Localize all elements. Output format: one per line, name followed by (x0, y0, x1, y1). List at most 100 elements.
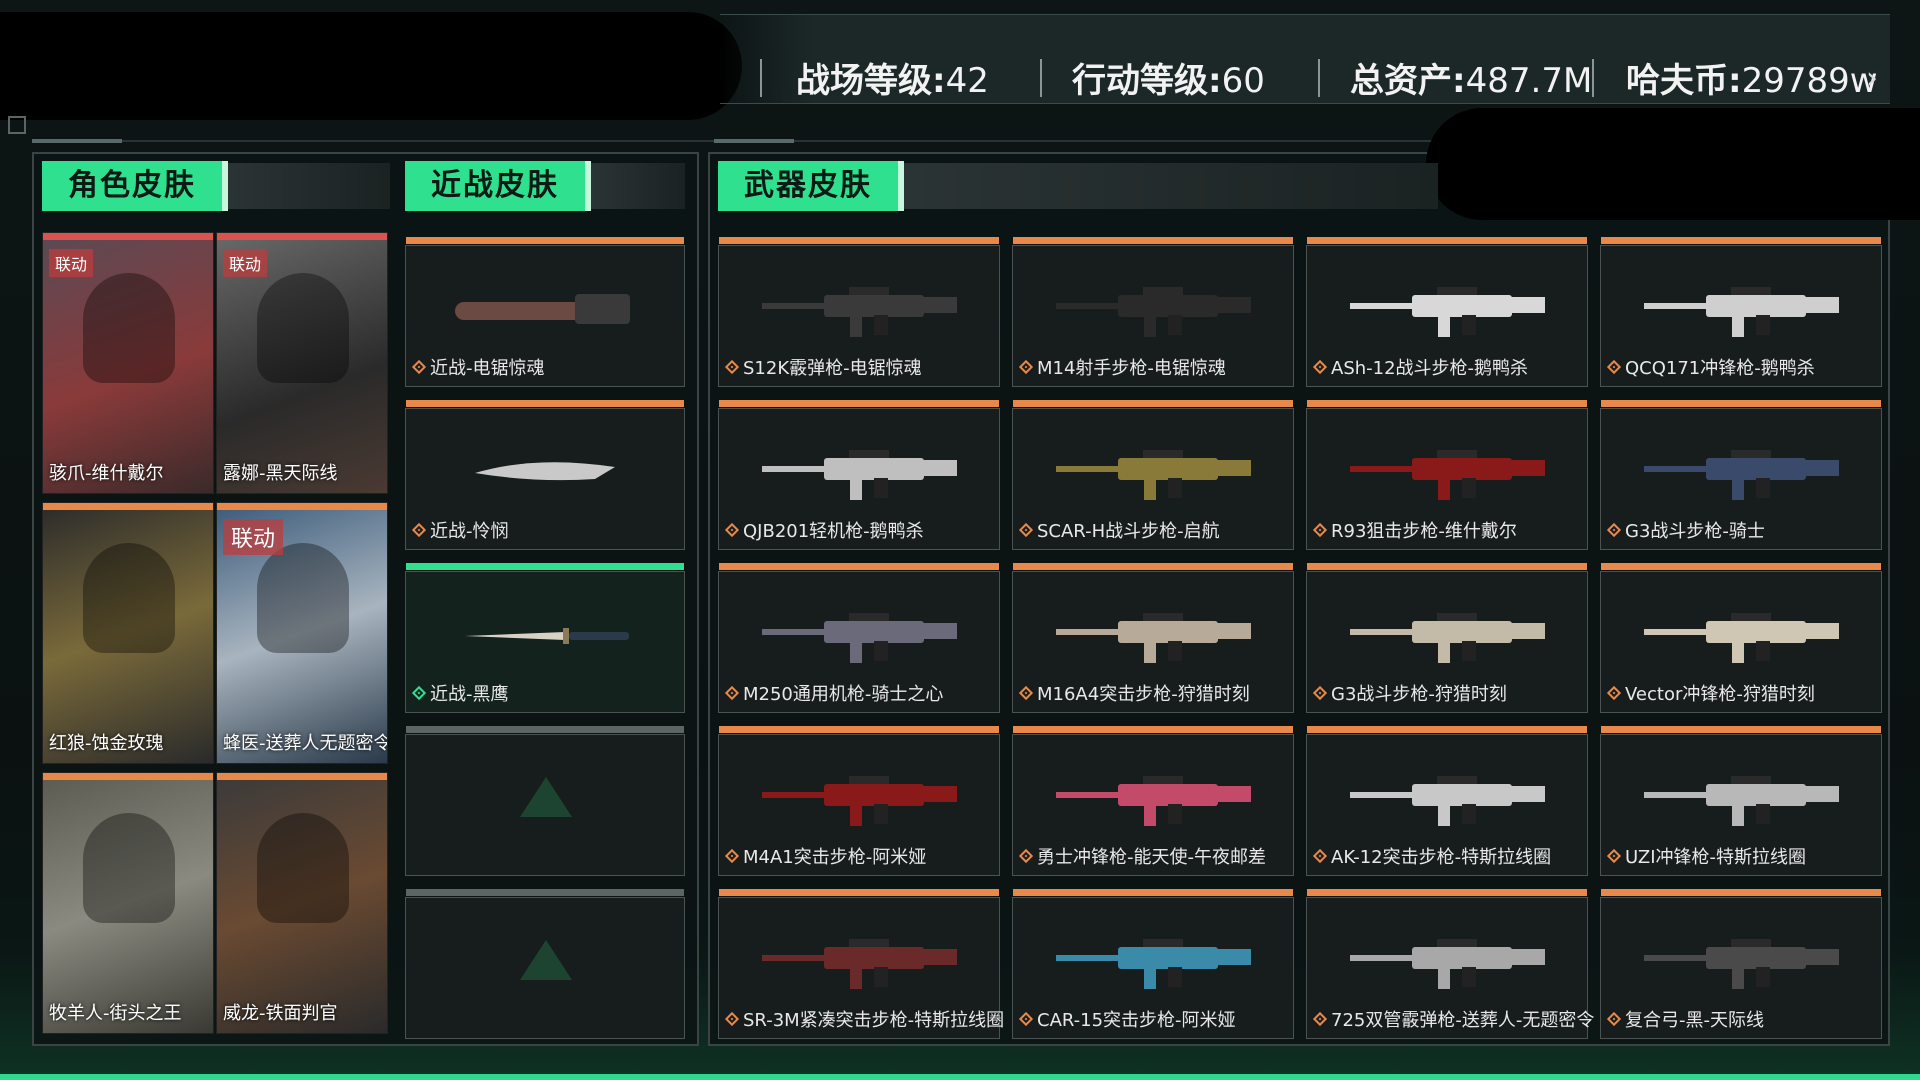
weapon-skin-name: AK-12突击步枪-特斯拉线圈 (1312, 843, 1552, 869)
character-skin-card[interactable]: 联动 蜂医-送葬人无题密令 (216, 502, 388, 764)
weapon-skin-card[interactable]: S12K霰弹枪-电锯惊魂 (718, 237, 1000, 387)
rarity-bar (1601, 563, 1881, 570)
weapon-skin-card[interactable]: SCAR-H战斗步枪-启航 (1012, 400, 1294, 550)
rarity-bar (1601, 400, 1881, 407)
redacted-player-name (0, 12, 742, 120)
rarity-diamond-icon (1606, 685, 1622, 701)
character-skin-card[interactable]: 红狼-蚀金玫瑰 (42, 502, 214, 764)
weapon-skin-card[interactable]: QCQ171冲锋枪-鹅鸭杀 (1600, 237, 1882, 387)
chevron-right-icon[interactable]: › (1866, 61, 1878, 96)
weapon-image (1350, 450, 1545, 501)
rarity-bar (719, 726, 999, 733)
character-skin-card[interactable]: 威龙-铁面判官 (216, 772, 388, 1034)
rarity-bar (1013, 563, 1293, 570)
weapon-skin-name: M16A4突击步枪-狩猎时刻 (1018, 680, 1250, 706)
rarity-diamond-icon (1018, 522, 1034, 538)
weapon-skin-card[interactable]: ASh-12战斗步枪-鹅鸭杀 (1306, 237, 1588, 387)
rarity-bar (406, 726, 684, 733)
weapon-skin-name: M250通用机枪-骑士之心 (724, 680, 944, 706)
weapon-skin-label: M250通用机枪-骑士之心 (743, 684, 944, 705)
weapon-skin-card[interactable]: 725双管霰弹枪-送葬人-无题密令 (1306, 889, 1594, 1039)
weapon-image (762, 613, 957, 664)
melee-skin-label: 近战-黑鹰 (430, 684, 509, 705)
weapon-image (1350, 776, 1545, 827)
weapon-skin-name: G3战斗步枪-狩猎时刻 (1312, 680, 1507, 706)
collab-badge: 联动 (223, 249, 268, 277)
weapon-skin-name: QCQ171冲锋枪-鹅鸭杀 (1606, 354, 1815, 380)
weapon-skin-card[interactable]: M14射手步枪-电锯惊魂 (1012, 237, 1294, 387)
rarity-diamond-icon (1606, 1011, 1622, 1027)
melee-skin-card[interactable] (405, 726, 685, 876)
weapon-skin-card[interactable]: M250通用机枪-骑士之心 (718, 563, 1000, 713)
weapon-skin-card[interactable]: G3战斗步枪-狩猎时刻 (1306, 563, 1588, 713)
weapon-image (1056, 613, 1251, 664)
weapon-skin-label: ASh-12战斗步枪-鹅鸭杀 (1331, 358, 1529, 379)
rarity-diamond-icon (1018, 359, 1034, 375)
rarity-diamond-icon (1606, 848, 1622, 864)
melee-skin-label: 近战-怜悯 (430, 521, 509, 542)
weapon-skin-card[interactable]: QJB201轻机枪-鹅鸭杀 (718, 400, 1000, 550)
weapon-skin-label: Vector冲锋枪-狩猎时刻 (1625, 684, 1815, 705)
weapon-skin-card[interactable]: 勇士冲锋枪-能天使-午夜邮差 (1012, 726, 1294, 876)
weapon-image (1644, 613, 1839, 664)
rarity-diamond-icon (1018, 1011, 1034, 1027)
rarity-bar (1307, 726, 1587, 733)
character-portrait (257, 813, 349, 923)
melee-weapon-image (455, 294, 630, 325)
character-skin-name: 骇爪-维什戴尔 (49, 463, 164, 484)
weapon-skin-card[interactable]: M16A4突击步枪-狩猎时刻 (1012, 563, 1294, 713)
weapon-image (1350, 939, 1545, 990)
rarity-diamond-icon (724, 685, 740, 701)
rarity-bar (406, 889, 684, 896)
melee-skin-name: 近战-怜悯 (411, 517, 509, 543)
weapon-image (1644, 939, 1839, 990)
weapon-skin-label: 725双管霰弹枪-送葬人-无题密令 (1331, 1010, 1595, 1031)
rarity-bar (1013, 889, 1293, 896)
rarity-bar (1601, 889, 1881, 896)
weapon-skin-label: M16A4突击步枪-狩猎时刻 (1037, 684, 1250, 705)
melee-skin-card[interactable]: 近战-黑鹰 (405, 563, 685, 713)
rarity-bar (1307, 563, 1587, 570)
weapon-image (1056, 450, 1251, 501)
character-portrait (83, 813, 175, 923)
character-skin-card[interactable]: 联动 露娜-黑天际线 (216, 232, 388, 494)
weapon-skin-card[interactable]: CAR-15突击步枪-阿米娅 (1012, 889, 1294, 1039)
rarity-bar (1307, 237, 1587, 244)
delta-logo-icon (520, 777, 572, 817)
melee-weapon-image (475, 462, 615, 481)
melee-skin-card[interactable] (405, 889, 685, 1039)
weapon-skin-name: S12K霰弹枪-电锯惊魂 (724, 354, 922, 380)
melee-skin-card[interactable]: 近战-怜悯 (405, 400, 685, 550)
weapon-image (1056, 939, 1251, 990)
melee-skin-card[interactable]: 近战-电锯惊魂 (405, 237, 685, 387)
weapon-skin-card[interactable]: M4A1突击步枪-阿米娅 (718, 726, 1000, 876)
weapon-image (1056, 287, 1251, 338)
weapon-skin-name: SR-3M紧凑突击步枪-特斯拉线圈 (724, 1006, 1004, 1032)
rarity-bar (217, 773, 387, 780)
weapon-skin-card[interactable]: SR-3M紧凑突击步枪-特斯拉线圈 (718, 889, 1004, 1039)
weapon-skin-card[interactable]: UZI冲锋枪-特斯拉线圈 (1600, 726, 1882, 876)
weapon-image (762, 939, 957, 990)
weapon-skin-label: QJB201轻机枪-鹅鸭杀 (743, 521, 924, 542)
weapon-skin-card[interactable]: AK-12突击步枪-特斯拉线圈 (1306, 726, 1588, 876)
weapon-skin-card[interactable]: G3战斗步枪-骑士 (1600, 400, 1882, 550)
rarity-diamond-icon (724, 359, 740, 375)
character-skin-name: 蜂医-送葬人无题密令 (223, 733, 388, 754)
rarity-bar (719, 400, 999, 407)
weapon-image (1056, 776, 1251, 827)
character-skin-card[interactable]: 牧羊人-街头之王 (42, 772, 214, 1034)
rarity-bar (1013, 237, 1293, 244)
weapon-skin-card[interactable]: 复合弓-黑-天际线 (1600, 889, 1882, 1039)
weapon-skin-card[interactable]: R93狙击步枪-维什戴尔 (1306, 400, 1588, 550)
weapon-skin-name: R93狙击步枪-维什戴尔 (1312, 517, 1517, 543)
section-weapon-skins: 武器皮肤 (718, 161, 1438, 211)
rarity-bar (1013, 726, 1293, 733)
rarity-diamond-icon (411, 685, 427, 701)
rarity-bar (217, 233, 387, 240)
rarity-diamond-icon (1018, 848, 1034, 864)
weapon-skin-label: AK-12突击步枪-特斯拉线圈 (1331, 847, 1552, 868)
weapon-skin-label: G3战斗步枪-骑士 (1625, 521, 1765, 542)
character-skin-card[interactable]: 联动 骇爪-维什戴尔 (42, 232, 214, 494)
weapon-skin-card[interactable]: Vector冲锋枪-狩猎时刻 (1600, 563, 1882, 713)
weapon-image (1644, 450, 1839, 501)
